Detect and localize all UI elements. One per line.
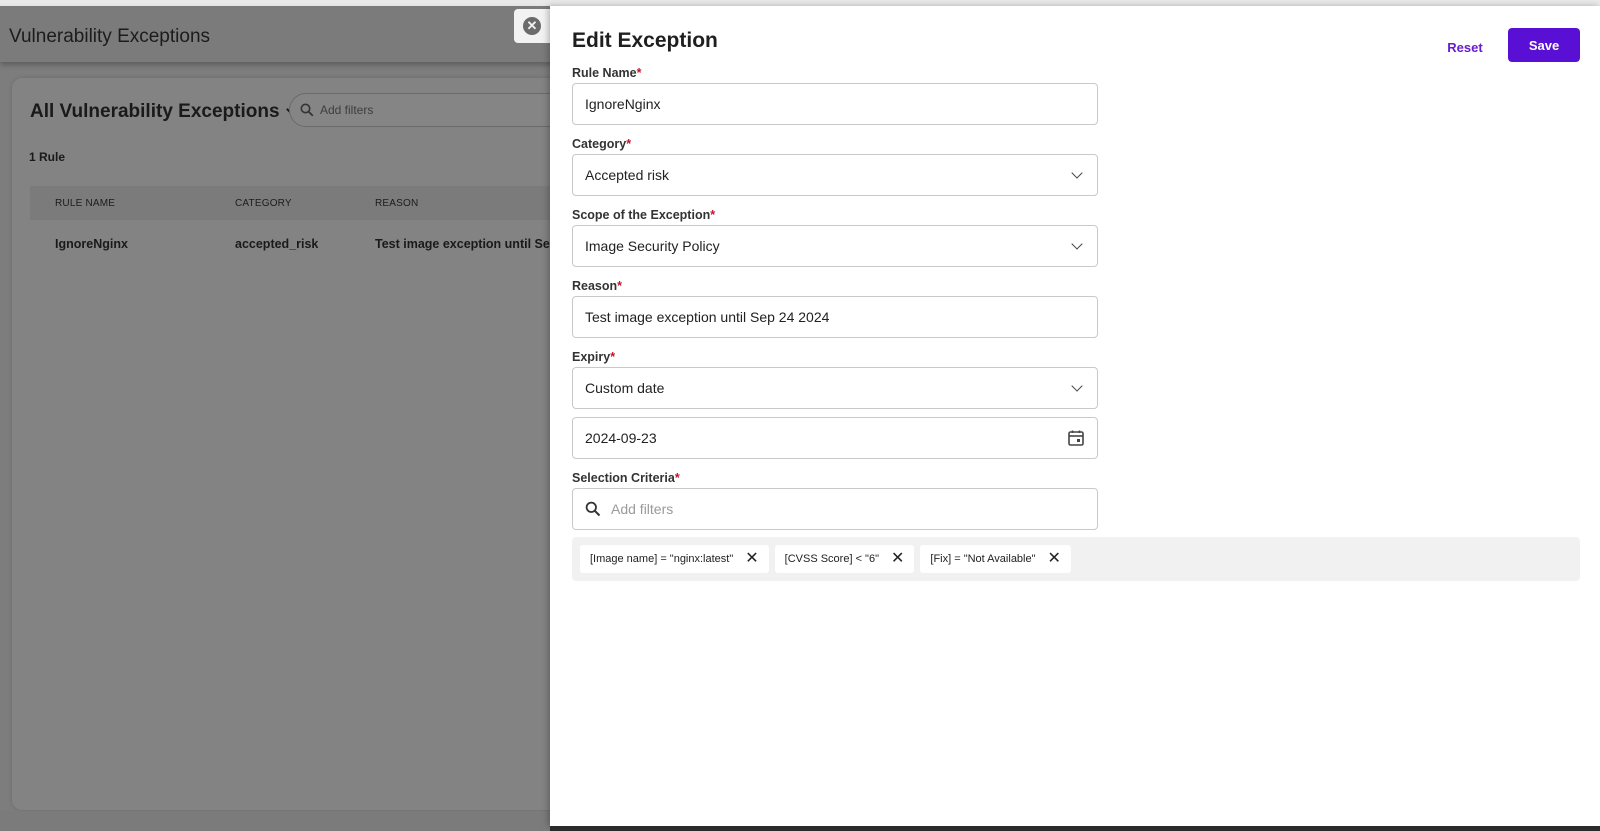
scope-label-text: Scope of the Exception <box>572 208 711 222</box>
expiry-label-text: Expiry <box>572 350 611 364</box>
chevron-down-icon <box>1071 380 1083 392</box>
page-title: Vulnerability Exceptions <box>9 26 211 47</box>
rule-count: 1 Rule <box>29 150 66 164</box>
rule-name-label-text: Rule Name <box>572 66 637 80</box>
column-header-reason[interactable]: REASON <box>375 198 418 209</box>
chevron-down-icon <box>1071 167 1083 179</box>
filter-placeholder: Add filters <box>320 103 374 117</box>
criteria-chip: [Image name] = "nginx:latest" ✕ <box>580 545 769 573</box>
remove-chip-icon[interactable]: ✕ <box>1048 551 1061 567</box>
expiry-value: Custom date <box>585 380 665 396</box>
cell-category: accepted_risk <box>235 237 319 251</box>
background-footer <box>0 811 560 831</box>
remove-chip-icon[interactable]: ✕ <box>745 551 758 567</box>
category-select[interactable]: Accepted risk <box>572 154 1098 196</box>
required-marker: * <box>617 279 623 293</box>
scope-value: Image Security Policy <box>585 238 720 254</box>
criteria-chip-list: [Image name] = "nginx:latest" ✕ [CVSS Sc… <box>572 537 1580 581</box>
category-label-text: Category <box>572 137 627 151</box>
reason-input[interactable]: Test image exception until Sep 24 2024 <box>572 296 1098 338</box>
selection-criteria-placeholder: Add filters <box>611 501 674 517</box>
criteria-chip: [CVSS Score] < "6" ✕ <box>774 545 915 573</box>
column-header-rule-name[interactable]: RULE NAME <box>55 198 115 209</box>
chip-label: [CVSS Score] < "6" <box>784 553 879 565</box>
remove-chip-icon[interactable]: ✕ <box>891 551 904 567</box>
table-header: RULE NAME CATEGORY REASON <box>30 186 590 220</box>
selection-criteria-input[interactable]: Add filters <box>572 488 1098 530</box>
category-label: Category* <box>572 137 631 151</box>
selection-criteria-label: Selection Criteria* <box>572 471 680 485</box>
table-row[interactable]: IgnoreNginx accepted_risk Test image exc… <box>30 220 590 266</box>
search-icon <box>300 103 314 117</box>
scope-select[interactable]: Image Security Policy <box>572 225 1098 267</box>
view-selector-label: All Vulnerability Exceptions <box>30 101 280 122</box>
required-marker: * <box>710 208 716 222</box>
rule-name-input[interactable]: IgnoreNginx <box>572 83 1098 125</box>
search-icon <box>585 501 601 517</box>
drawer-title: Edit Exception <box>572 29 718 52</box>
cell-reason: Test image exception until Sep 2 <box>375 237 568 251</box>
required-marker: * <box>626 137 632 151</box>
filter-input[interactable]: Add filters <box>289 93 589 127</box>
expiry-date-input[interactable]: 2024-09-23 <box>572 417 1098 459</box>
criteria-chip: [Fix] = "Not Available" ✕ <box>920 545 1071 573</box>
cell-rule-name: IgnoreNginx <box>55 237 128 251</box>
required-marker: * <box>674 471 680 485</box>
close-drawer-button[interactable]: ✕ <box>514 9 550 43</box>
required-marker: * <box>610 350 616 364</box>
reason-label: Reason* <box>572 279 622 293</box>
reset-button[interactable]: Reset <box>1430 30 1500 64</box>
page-header: Vulnerability Exceptions <box>0 6 560 62</box>
chevron-down-icon <box>1071 238 1083 250</box>
expiry-date-value: 2024-09-23 <box>585 430 657 446</box>
expiry-select[interactable]: Custom date <box>572 367 1098 409</box>
exceptions-card: All Vulnerability Exceptions Add filters… <box>12 78 590 810</box>
drawer-bottom-edge <box>550 826 1600 831</box>
reason-value: Test image exception until Sep 24 2024 <box>585 309 830 325</box>
edit-exception-drawer: Edit Exception Reset Save Rule Name* Ign… <box>550 6 1600 826</box>
calendar-icon[interactable] <box>1067 429 1085 447</box>
save-button[interactable]: Save <box>1508 28 1580 62</box>
chip-label: [Fix] = "Not Available" <box>930 553 1036 565</box>
expiry-label: Expiry* <box>572 350 615 364</box>
column-header-category[interactable]: CATEGORY <box>235 198 292 209</box>
selection-criteria-label-text: Selection Criteria <box>572 471 675 485</box>
chip-label: [Image name] = "nginx:latest" <box>590 553 734 565</box>
reason-label-text: Reason <box>572 279 618 293</box>
rule-name-label: Rule Name* <box>572 66 641 80</box>
close-icon: ✕ <box>523 17 541 35</box>
category-value: Accepted risk <box>585 167 670 183</box>
view-selector[interactable]: All Vulnerability Exceptions <box>30 101 299 123</box>
scope-label: Scope of the Exception* <box>572 208 715 222</box>
rule-name-value: IgnoreNginx <box>585 96 661 112</box>
required-marker: * <box>636 66 642 80</box>
